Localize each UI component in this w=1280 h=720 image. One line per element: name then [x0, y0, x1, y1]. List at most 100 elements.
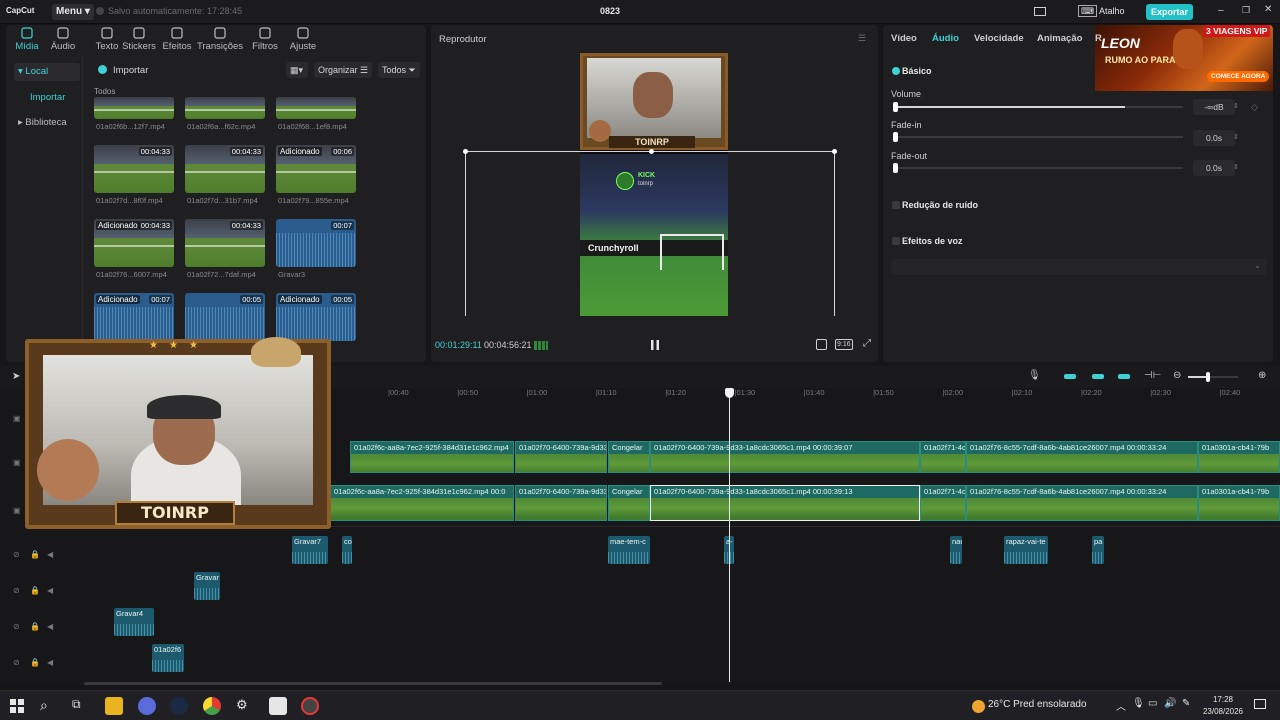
microphone-icon[interactable]: 🎙 [1028, 370, 1041, 381]
zoom-knob[interactable] [1206, 372, 1210, 382]
video-thumbnail[interactable]: Adicionado 00:06 [276, 145, 356, 193]
video-thumbnail[interactable]: 00:04:33 [185, 145, 265, 193]
main-clip[interactable]: 01a02f71-4c [920, 485, 966, 521]
aspect-ratio-button[interactable]: 9:16 [835, 339, 853, 350]
pen-icon[interactable]: ✎ [1182, 698, 1190, 709]
tab-effects[interactable]: Efeitos [158, 27, 196, 55]
sidebar-item-local[interactable]: ▾ Local [14, 63, 80, 81]
project-title[interactable]: 0823 [560, 6, 660, 16]
overlay-clip[interactable]: 01a02f70-6400-739a-9d33 [515, 441, 607, 473]
sidebar-item-library[interactable]: ▸ Biblioteca [14, 114, 80, 132]
network-icon[interactable]: ▭ [1148, 698, 1157, 709]
fade-in-value[interactable]: 0.0s [1193, 130, 1235, 146]
lock-icon[interactable]: 🔒 [30, 550, 40, 559]
fade-out-knob[interactable] [893, 163, 898, 173]
clock-date[interactable]: 23/08/2026 [1200, 707, 1246, 716]
obs-icon[interactable] [301, 697, 319, 715]
voice-effects-dropdown[interactable]: ⌄ [891, 259, 1267, 275]
main-clip[interactable]: 01a02f70-6400-739a-9d33 [515, 485, 607, 521]
noise-reduction-checkbox[interactable] [892, 201, 900, 209]
lock-icon[interactable]: 🔒 [30, 622, 40, 631]
mute-icon[interactable]: ◀ [47, 586, 53, 595]
sidebar-item-import[interactable]: Importar [14, 89, 80, 107]
mute-icon[interactable]: ◀ [47, 658, 53, 667]
audio-clip[interactable]: Gravar7 [292, 536, 328, 564]
resize-handle[interactable] [463, 149, 468, 154]
overlay-clip[interactable]: 01a0301a-cb41-79b [1198, 441, 1280, 473]
notifications-icon[interactable] [1254, 699, 1266, 709]
organize-button[interactable]: Organizar ☰ [314, 62, 373, 78]
import-button[interactable]: Importar [98, 65, 148, 76]
mute-icon[interactable]: ◀ [47, 622, 53, 631]
overlay-clip[interactable]: 01a02f70-6400-739a-9d33-1a8cdc3065c1.mp4… [650, 441, 920, 473]
inspector-tab[interactable]: Áudio [932, 33, 959, 44]
weather-widget[interactable]: 26°C Pred ensolarado [988, 699, 1087, 710]
audio-thumbnail[interactable]: Adicionado 00:05 [276, 293, 356, 341]
selected-main-clip[interactable]: 01a02f70-6400-739a-9d33-1a8cdc3065c1.mp4… [650, 485, 920, 521]
filter-button[interactable]: Todos ⏷ [378, 62, 420, 78]
video-thumbnail[interactable]: 00:04:33 [94, 145, 174, 193]
zoom-out-icon[interactable]: ⊖ [1173, 370, 1181, 381]
preview-axis-icon[interactable] [1118, 374, 1130, 379]
basic-toggle[interactable] [892, 67, 900, 75]
fade-in-stepper-icon[interactable]: ⇕ [1233, 133, 1239, 141]
resize-handle[interactable] [649, 149, 654, 154]
track-visibility-icon[interactable]: ▣ [13, 414, 21, 423]
audio-thumbnail[interactable]: Adicionado 00:07 [94, 293, 174, 341]
volume-value[interactable]: -∞dB [1193, 99, 1235, 115]
video-thumbnail[interactable] [94, 97, 174, 119]
inspector-tab[interactable]: Animação [1037, 33, 1082, 44]
voice-effects-checkbox[interactable] [892, 237, 900, 245]
overlay-clip[interactable]: 01a02f6c-aa8a-7ec2-925f-384d31e1c962.mp4 [350, 441, 514, 473]
search-icon[interactable]: ⌕ [40, 697, 58, 715]
volume-slider[interactable] [893, 102, 1183, 112]
close-button[interactable]: ✕ [1264, 4, 1272, 15]
zoom-slider[interactable] [1188, 372, 1238, 382]
chrome-icon[interactable] [203, 697, 221, 715]
capcut-icon[interactable] [269, 697, 287, 715]
time-ruler[interactable]: |00:40 |00:50 |01:00 |01:10 |01:20 |01:30 |01:… [330, 388, 1280, 400]
volume-icon[interactable]: 🔊 [1164, 698, 1176, 709]
audio-clip[interactable]: co [342, 536, 352, 564]
tab-sticker[interactable]: Stickers [120, 27, 158, 55]
selection-box[interactable] [463, 149, 837, 316]
overlay-clip[interactable]: 01a02f71-4c [920, 441, 966, 473]
ad-banner[interactable]: LEON 3 VIAGENS VIP RUMO AO PARAÍSO COMEC… [1095, 25, 1273, 91]
keyframe-icon[interactable]: ◇ [1251, 102, 1258, 113]
player-menu-icon[interactable]: ☰ [858, 33, 866, 44]
inspector-tab[interactable]: R [1095, 33, 1102, 44]
fullscreen-icon[interactable]: ⤢ [863, 338, 871, 349]
fit-screen-icon[interactable] [816, 339, 827, 350]
link-icon[interactable] [1092, 374, 1104, 379]
lock-icon[interactable]: 🔒 [30, 586, 40, 595]
webcam-overlay[interactable]: ★ ★ ★ TOINRP [25, 337, 331, 529]
audio-clip[interactable]: mae-tem-c [608, 536, 650, 564]
tab-audio[interactable]: Áudio [44, 27, 82, 55]
tab-transitions[interactable]: Transições [196, 27, 244, 55]
track-hide-icon[interactable]: ⊘ [13, 550, 20, 559]
task-view-icon[interactable]: ⧉ [72, 697, 90, 715]
file-explorer-icon[interactable] [105, 697, 123, 715]
discord-icon[interactable] [138, 697, 156, 715]
tab-media[interactable]: Mídia [8, 27, 46, 55]
fade-out-stepper-icon[interactable]: ⇕ [1233, 163, 1239, 171]
video-thumbnail[interactable] [185, 97, 265, 119]
tab-adjust[interactable]: Ajuste [284, 27, 322, 55]
mute-icon[interactable]: ◀ [47, 550, 53, 559]
minimize-button[interactable]: – [1218, 5, 1224, 16]
inspector-tab[interactable]: Velocidade [974, 33, 1024, 44]
layout-icon[interactable] [1034, 7, 1046, 16]
fade-in-knob[interactable] [893, 132, 898, 142]
fade-in-slider[interactable] [893, 132, 1183, 142]
snap-icon[interactable] [1064, 374, 1076, 379]
main-clip[interactable]: Congelar [608, 485, 650, 521]
fade-out-value[interactable]: 0.0s [1193, 160, 1235, 176]
fade-out-slider[interactable] [893, 163, 1183, 173]
main-clip[interactable]: 01a02f76-8c55-7cdf-8a6b-4ab81ce26007.mp4… [966, 485, 1198, 521]
main-clip[interactable]: 01a02f6c-aa8a-7ec2-925f-384d31e1c962.mp4… [330, 485, 514, 521]
inspector-tab[interactable]: Vídeo [891, 33, 917, 44]
video-thumbnail[interactable]: 00:04:33 [185, 219, 265, 267]
audio-clip[interactable]: Gravar [194, 572, 220, 600]
video-thumbnail[interactable] [276, 97, 356, 119]
maximize-button[interactable]: ❐ [1242, 5, 1250, 16]
